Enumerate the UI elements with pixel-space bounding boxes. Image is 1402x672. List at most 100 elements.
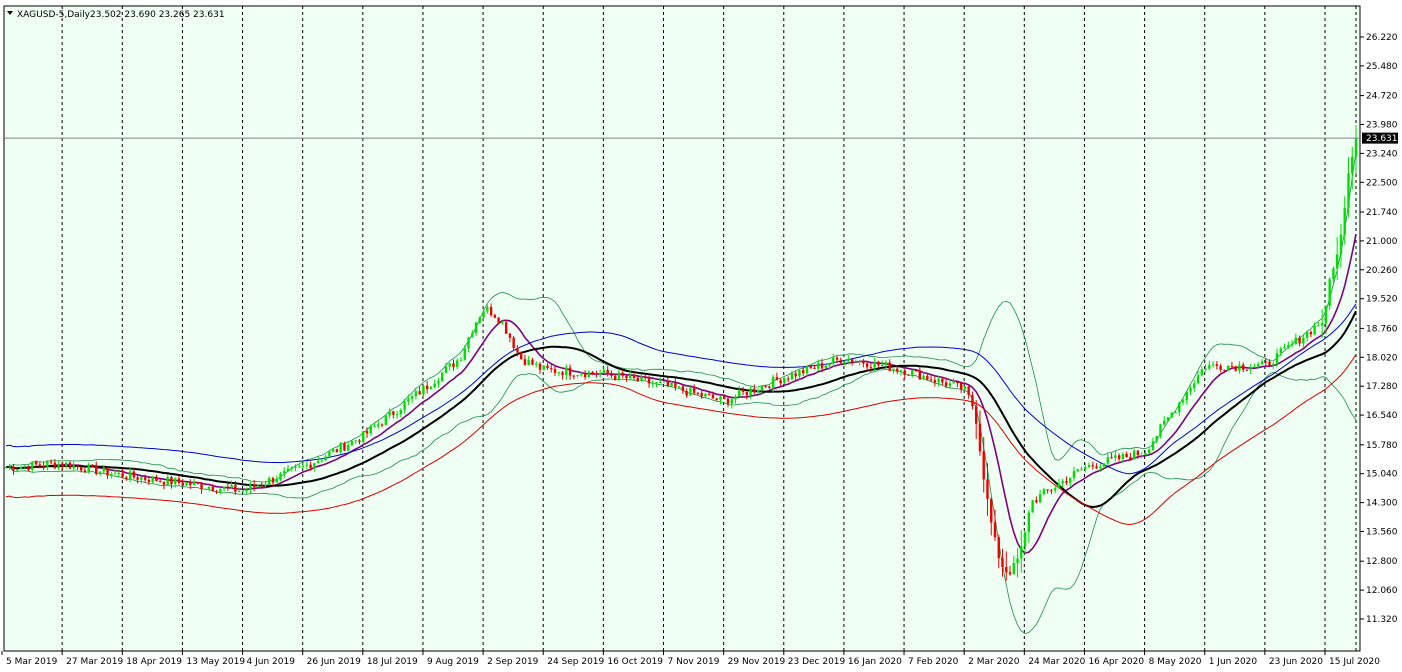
- candle-body: [384, 415, 388, 425]
- candle-body: [49, 461, 53, 463]
- candle-body: [768, 386, 771, 388]
- candle-body: [482, 311, 485, 318]
- y-tick-label: 16.540: [1366, 411, 1398, 421]
- y-tick-label: 23.980: [1366, 120, 1398, 130]
- candle-body: [873, 361, 876, 368]
- candle-body: [519, 352, 523, 360]
- candle-body: [1223, 369, 1226, 371]
- y-tick-label: 24.720: [1366, 92, 1398, 102]
- candle-body: [535, 363, 538, 365]
- candle-body: [1279, 348, 1282, 354]
- candle-body: [38, 464, 42, 466]
- candle-body: [1211, 364, 1215, 366]
- candle-body: [700, 392, 703, 397]
- candle-body: [1174, 412, 1177, 414]
- candle-body: [1320, 323, 1324, 326]
- candle-body: [888, 362, 891, 371]
- candle-body: [252, 484, 256, 487]
- candle-body: [185, 482, 188, 486]
- candle-body: [489, 306, 493, 316]
- candle-body: [1110, 457, 1113, 459]
- candle-body: [621, 372, 624, 376]
- candle-body: [557, 372, 560, 374]
- candle-body: [914, 370, 918, 372]
- price-chart[interactable]: 26.220 25.480 24.720 23.980 23.240 22.500 21.7…: [0, 0, 1402, 672]
- y-tick-label: 12.800: [1366, 557, 1398, 567]
- candle-body: [1091, 465, 1094, 467]
- candle-body: [843, 361, 846, 364]
- candle-body: [189, 482, 192, 486]
- chart-window[interactable]: 26.220 25.480 24.720 23.980 23.240 22.500 21.7…: [0, 0, 1402, 672]
- candle-body: [1185, 391, 1188, 401]
- candle-body: [125, 477, 128, 480]
- candle-body: [783, 378, 786, 384]
- candle-body: [636, 377, 639, 381]
- candle-body: [429, 387, 433, 390]
- candle-body: [1001, 558, 1004, 568]
- candle-body: [655, 382, 658, 384]
- candle-body: [501, 322, 504, 324]
- candle-body: [550, 367, 553, 369]
- candle-body: [677, 386, 681, 388]
- x-tick-label: 13 May 2019: [186, 657, 245, 667]
- y-tick-label: 18.760: [1366, 324, 1398, 334]
- candle-body: [1298, 337, 1301, 344]
- candle-body: [31, 461, 34, 470]
- candle-body: [196, 482, 199, 484]
- candle-body: [380, 424, 384, 426]
- candle-body: [760, 385, 764, 391]
- candle-body: [516, 348, 519, 353]
- candle-body: [392, 411, 395, 415]
- candle-body: [1294, 337, 1298, 344]
- candle-body: [1020, 546, 1023, 559]
- candle-body: [64, 462, 68, 467]
- y-tick-label: 21.740: [1366, 208, 1398, 218]
- x-tick-label: 8 May 2020: [1149, 657, 1202, 667]
- candle-body: [779, 380, 782, 384]
- candle-body: [369, 426, 372, 434]
- candle-body: [486, 306, 489, 312]
- y-tick-label: 26.220: [1366, 33, 1398, 43]
- candle-body: [1151, 441, 1155, 450]
- candle-body: [1099, 466, 1102, 469]
- candle-body: [19, 466, 23, 469]
- candle-body: [298, 466, 301, 468]
- candle-body: [200, 483, 203, 490]
- candle-body: [354, 440, 357, 442]
- plot-background: [3, 5, 1361, 652]
- candle-body: [583, 374, 587, 378]
- candle-body: [249, 484, 252, 490]
- candle-body: [414, 391, 418, 397]
- x-tick-label: 18 Jul 2019: [367, 657, 418, 667]
- candle-body: [53, 462, 57, 469]
- candle-body: [403, 401, 406, 410]
- candle-body: [1061, 480, 1064, 484]
- candle-body: [207, 487, 211, 489]
- candle-body: [538, 363, 542, 370]
- candle-body: [456, 360, 459, 367]
- candle-body: [568, 367, 572, 376]
- candle-body: [441, 372, 444, 381]
- candle-body: [27, 465, 30, 470]
- candle-body: [339, 443, 342, 452]
- candle-body: [892, 368, 895, 371]
- x-tick-label: 1 Jun 2020: [1209, 657, 1258, 667]
- candle-body: [753, 388, 756, 393]
- candle-body: [967, 386, 970, 396]
- x-tick-label: 18 Apr 2019: [126, 657, 182, 667]
- candle-body: [358, 440, 361, 442]
- candle-body: [644, 376, 647, 379]
- candle-body: [666, 381, 670, 387]
- y-tick-label: 15.780: [1366, 441, 1398, 451]
- candle-body: [820, 363, 824, 369]
- candle-body: [132, 471, 136, 478]
- candle-body: [862, 361, 865, 364]
- candle-body: [711, 394, 715, 399]
- candle-body: [997, 537, 1000, 559]
- candle-body: [316, 460, 320, 464]
- candle-body: [1095, 466, 1098, 469]
- candle-body: [204, 488, 207, 490]
- candle-body: [493, 315, 497, 318]
- candle-body: [1257, 364, 1260, 367]
- candle-body: [61, 463, 64, 467]
